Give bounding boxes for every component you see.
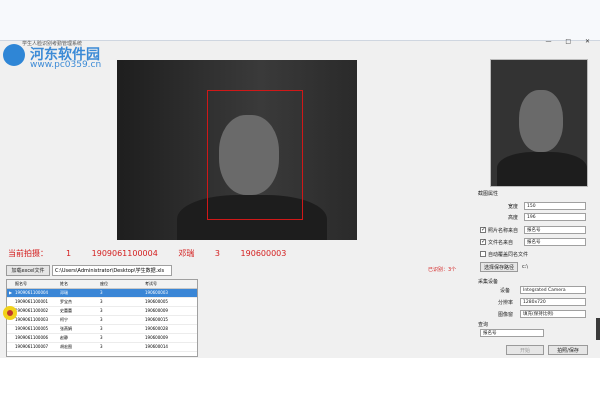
captured-photo [490,59,588,187]
section-query: 查询 [478,322,489,328]
table-header: 报名号 姓名 座位 考试号 [7,280,197,289]
device-label: 设备 [500,288,511,294]
cell-exam: 190600005 [145,299,168,304]
device-select[interactable]: Integrated Camera [520,286,586,294]
cell-exam: 190600015 [145,317,168,322]
capture-save-button[interactable]: 拍照/保存 [548,345,588,355]
save-dir-button[interactable]: 选择保存路径 [480,262,518,272]
table-row[interactable]: 1909061100003 柯宁 3 190600015 [7,316,197,325]
header-reg[interactable]: 报名号 [13,280,58,288]
cell-exam: 190600009 [145,308,168,313]
table-row[interactable]: 1909061100007 胡宏图 3 190600014 [7,343,197,352]
face-detection-box [207,90,303,220]
capture-label: 当前拍摄： [8,249,48,258]
window-titlebar [0,0,600,41]
auto-save-checkbox[interactable] [480,251,486,257]
cell-name: 史蕾蕾 [60,308,72,313]
cell-seat: 3 [100,308,103,313]
watermark-url: www.pc0359.cn [30,60,102,70]
camera-preview [117,60,357,240]
cell-exam: 190600009 [145,335,168,340]
window-controls[interactable]: — □ ✕ [545,38,596,45]
cell-reg: 1909061100005 [15,326,49,331]
cell-reg: 1909061100002 [15,308,49,313]
bottom-area [0,358,600,400]
exam-id: 190600003 [240,249,287,258]
cell-seat: 3 [100,344,103,349]
captured-face [519,90,563,152]
matched-index: 3 [214,249,220,258]
save-dir-value: c:\ [522,264,529,270]
watermark-logo-icon [3,44,25,66]
table-row[interactable]: 1909061100002 史蕾蕾 3 190600009 [7,307,197,316]
cell-name: 赵静 [60,335,68,340]
settings-panel: 截图属性 宽度 150 高度 196 照片名称来自 报名号 文件名来自 报名号 … [478,190,592,358]
cell-seat: 3 [100,317,103,322]
cell-seat: 3 [100,290,103,295]
scrollbar[interactable] [596,318,600,340]
cell-seat: 3 [100,299,103,304]
cell-seat: 3 [100,326,103,331]
auto-save-label: 自动覆盖同名文件 [488,252,529,258]
header-name[interactable]: 姓名 [58,280,98,288]
recognition-info: 当前拍摄： 1 1909061100004 邓瑞 3 190600003 [8,248,304,259]
cell-name: 邓瑞 [60,290,68,295]
section-screenshot-props: 截图属性 [478,191,499,197]
cursor-indicator-icon [3,306,17,320]
file-name-label: 文件名来自 [488,240,514,246]
table-row[interactable]: 1909061100001 罗宝杰 3 190600005 [7,298,197,307]
current-reg-id: 1909061100004 [91,249,158,258]
cell-name: 张燕娟 [60,326,72,331]
height-field[interactable]: 196 [524,213,586,221]
recognized-status: 已识别：3个 [428,267,457,273]
header-exam[interactable]: 考试号 [143,280,197,288]
width-field[interactable]: 150 [524,202,586,210]
cell-name: 罗宝杰 [60,299,72,304]
file-name-checkbox[interactable] [480,238,486,245]
query-field-select[interactable]: 报名号 [480,329,544,337]
cell-exam: 190600014 [145,344,168,349]
photo-name-label: 照片名称来自 [488,228,519,234]
capture-count: 1 [66,249,72,258]
header-seat[interactable]: 座位 [98,280,143,288]
table-row[interactable]: ▶ 1909061100004 邓瑞 3 190600003 [7,289,197,298]
load-excel-button[interactable]: 加载excel文件 [6,265,50,276]
start-button[interactable]: 开始 [506,345,544,355]
cell-exam: 190600003 [145,290,168,295]
photo-name-checkbox[interactable] [480,226,486,233]
table-row[interactable]: 1909061100005 张燕娟 3 190600028 [7,325,197,334]
cell-exam: 190600028 [145,326,168,331]
cell-reg: 1909061100006 [15,335,49,340]
height-label: 高度 [508,215,519,221]
cell-name: 柯宁 [60,317,68,322]
cell-reg: 1909061100004 [15,290,49,295]
cell-name: 胡宏图 [60,344,72,349]
cell-reg: 1909061100003 [15,317,49,322]
captured-body [497,152,587,186]
resolution-label: 分辨率 [498,300,514,306]
file-name-select[interactable]: 报名号 [524,238,586,246]
file-path-field[interactable]: C:\Users\Administrator\Desktop\学生数据.xls [52,265,172,276]
cell-seat: 3 [100,335,103,340]
student-table: 报名号 姓名 座位 考试号 ▶ 1909061100004 邓瑞 3 190600003… [6,279,198,357]
cell-reg: 1909061100001 [15,299,49,304]
width-label: 宽度 [508,204,519,210]
table-row[interactable]: 1909061100006 赵静 3 190600009 [7,334,197,343]
display-select[interactable]: 填充(保持比例) [520,310,586,318]
resolution-select[interactable]: 1280x720 [520,298,586,306]
photo-name-select[interactable]: 报名号 [524,226,586,234]
matched-name: 邓瑞 [178,249,195,258]
section-capture-device: 采集设备 [478,279,499,285]
cell-reg: 1909061100007 [15,344,49,349]
display-label: 图像窗 [498,312,514,318]
